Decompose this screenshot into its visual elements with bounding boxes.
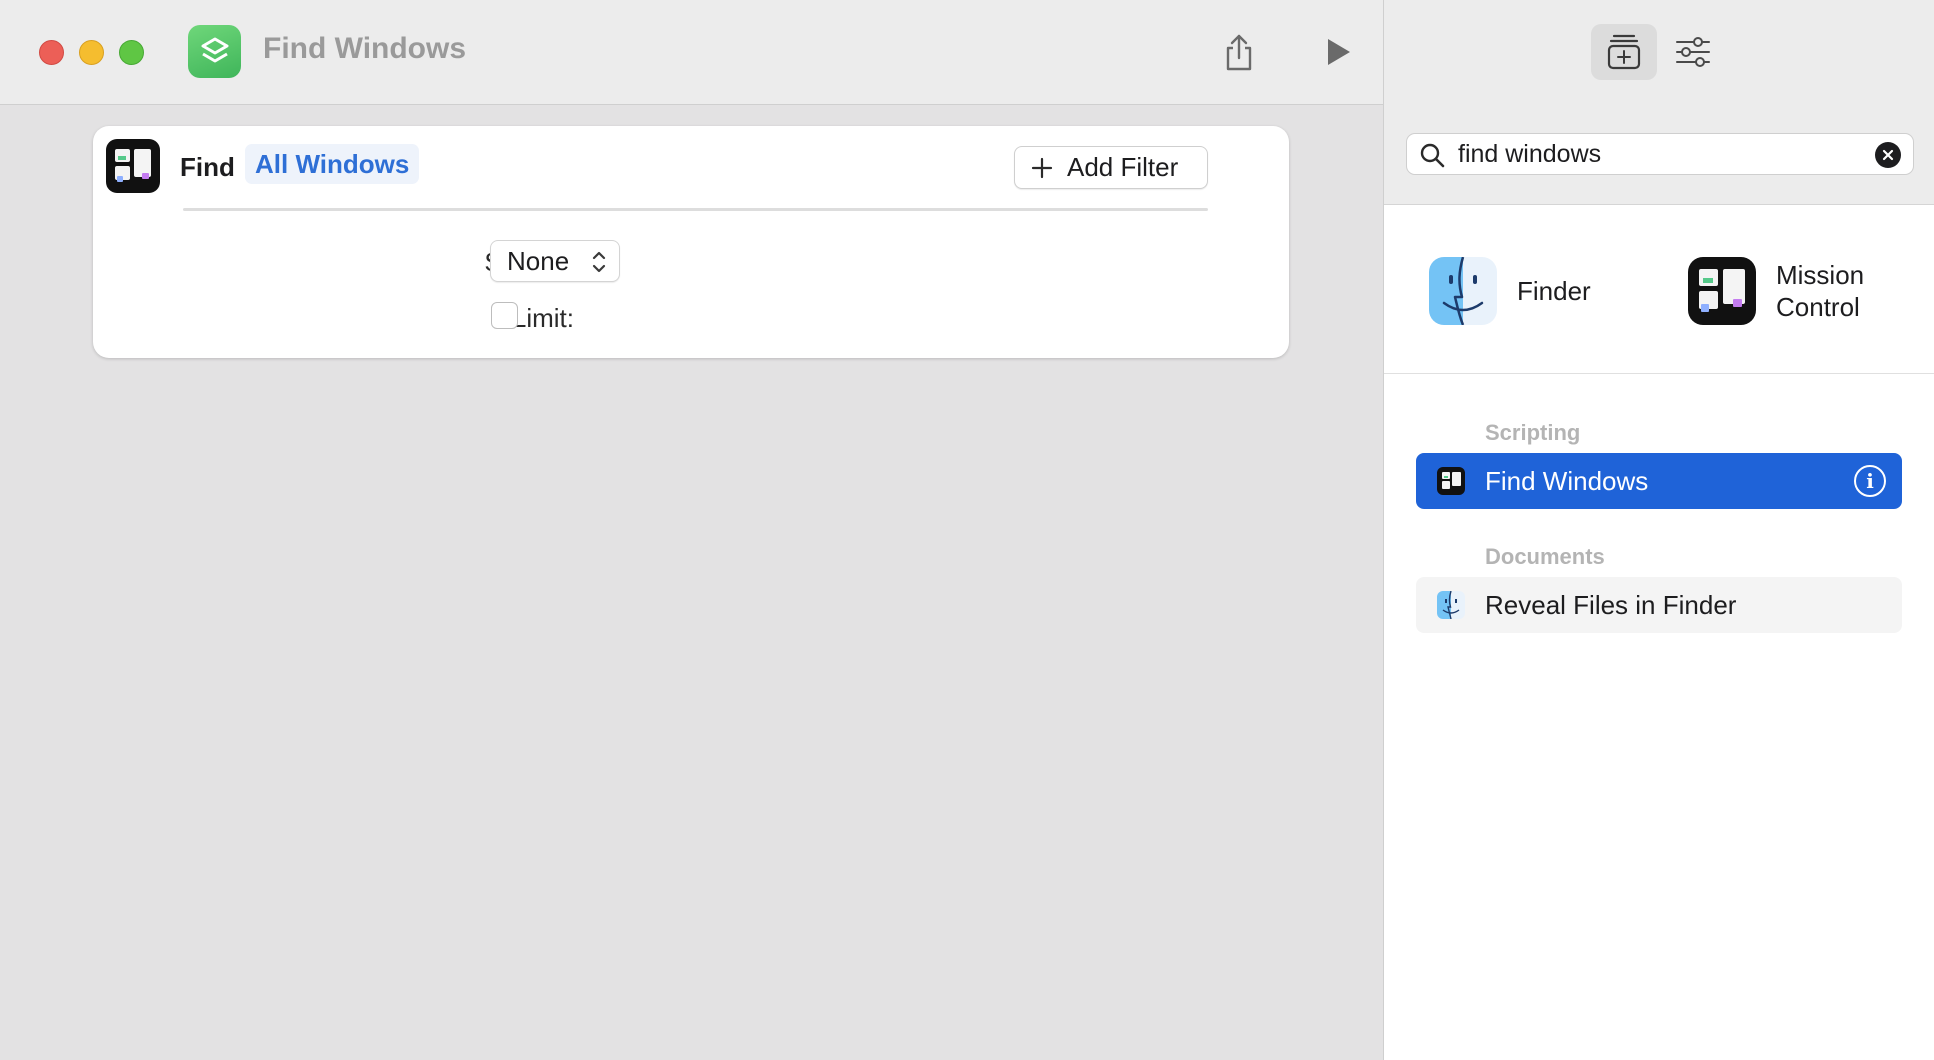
share-icon <box>1226 34 1252 71</box>
action-row-reveal-files-in-finder[interactable]: Reveal Files in Finder <box>1416 577 1902 633</box>
sort-by-select[interactable]: None <box>490 240 620 282</box>
action-library-pane: Finder Mission Control Scripting F <box>1383 0 1934 1060</box>
action-verb: Find <box>180 152 235 182</box>
details-settings-tab[interactable] <box>1660 24 1726 80</box>
play-icon <box>1328 39 1350 65</box>
divider <box>1384 373 1934 374</box>
sort-by-value: None <box>507 245 570 276</box>
share-button[interactable] <box>1211 24 1267 80</box>
mission-control-icon <box>106 139 160 193</box>
app-result-name: Finder <box>1517 276 1591 306</box>
run-button[interactable] <box>1310 24 1366 80</box>
add-filter-button[interactable]: Add Filter <box>1014 146 1208 189</box>
limit-label: Limit: <box>511 303 574 333</box>
limit-checkbox[interactable] <box>491 302 518 329</box>
search-input[interactable] <box>1458 138 1858 170</box>
app-result-mission-control[interactable]: Mission Control <box>1688 256 1864 326</box>
add-filter-label: Add Filter <box>1067 152 1179 182</box>
library-header <box>1384 0 1934 205</box>
up-down-chevron-icon <box>592 251 606 273</box>
action-row-find-windows[interactable]: Find Windows i <box>1416 453 1902 509</box>
action-row-label: Reveal Files in Finder <box>1485 590 1737 620</box>
section-header-documents: Documents <box>1485 544 1605 569</box>
finder-icon <box>1429 257 1497 325</box>
library-add-icon <box>1607 34 1641 70</box>
find-windows-action-card[interactable]: Find All Windows Add Filter Sort by: Non… <box>93 126 1289 358</box>
clear-search-button[interactable] <box>1875 142 1901 168</box>
title-bar: Find Windows <box>0 0 1383 105</box>
finder-icon <box>1437 590 1465 620</box>
search-icon <box>1420 143 1445 168</box>
divider <box>183 208 1208 211</box>
editor-pane: Find Windows Find All Windows Add Filter… <box>0 0 1383 1060</box>
zoom-window-button[interactable] <box>119 40 144 65</box>
app-result-name: Mission Control <box>1776 260 1865 322</box>
window-title: Find Windows <box>263 32 467 65</box>
mission-control-icon <box>1688 257 1756 325</box>
action-search-field[interactable] <box>1406 133 1914 175</box>
info-icon[interactable]: i <box>1854 465 1886 497</box>
section-header-scripting: Scripting <box>1485 420 1581 445</box>
minimize-window-button[interactable] <box>79 40 104 65</box>
action-row-label: Find Windows <box>1485 466 1649 496</box>
sliders-icon <box>1676 37 1710 67</box>
action-library-tab[interactable] <box>1591 24 1657 80</box>
plus-icon <box>1031 157 1053 178</box>
close-window-button[interactable] <box>39 40 64 65</box>
close-icon <box>1882 149 1894 161</box>
shortcuts-app-icon <box>188 25 241 78</box>
app-result-finder[interactable]: Finder <box>1429 256 1591 326</box>
subject-token[interactable]: All Windows <box>245 144 420 184</box>
mission-control-icon <box>1437 467 1465 495</box>
